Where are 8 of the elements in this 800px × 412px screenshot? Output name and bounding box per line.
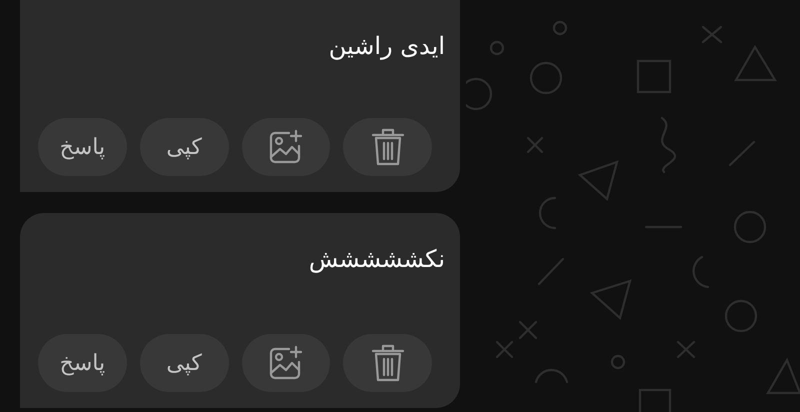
message-text: ایدی راشین [328, 31, 445, 60]
copy-button[interactable]: کپی [140, 334, 228, 392]
reply-button[interactable]: پاسخ [38, 334, 127, 392]
copy-button[interactable]: کپی [140, 118, 228, 176]
reply-button[interactable]: پاسخ [38, 118, 127, 176]
trash-icon [370, 343, 405, 383]
message-text: نکششششش [308, 244, 445, 273]
trash-icon [370, 127, 405, 167]
